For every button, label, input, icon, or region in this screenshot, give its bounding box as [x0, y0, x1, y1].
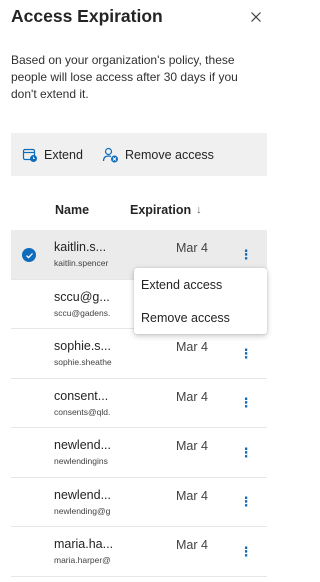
more-options-icon[interactable]: ⋮ — [239, 393, 253, 413]
person-remove-icon — [102, 147, 118, 162]
expiration-date: Mar 4 — [176, 538, 208, 552]
person-name: newlend... — [54, 487, 111, 502]
column-header-expiration[interactable]: Expiration ↓ — [130, 198, 202, 222]
extend-label: Extend — [44, 147, 83, 162]
expiration-date: Mar 4 — [176, 340, 208, 354]
more-options-icon[interactable]: ⋮ — [239, 442, 253, 462]
more-options-icon[interactable]: ⋮ — [239, 541, 253, 561]
more-options-icon[interactable]: ⋮ — [239, 492, 253, 512]
remove-access-button[interactable]: Remove access — [102, 133, 214, 176]
panel-title: Access Expiration — [11, 6, 163, 26]
column-header-name[interactable]: Name — [55, 198, 89, 222]
expiration-date: Mar 4 — [176, 439, 208, 453]
person-email: newlendingins — [54, 456, 108, 466]
person-email: maria.harper@ — [54, 555, 111, 565]
expiration-header-label: Expiration — [130, 203, 192, 217]
person-email: kaitlin.spencer — [54, 258, 109, 268]
remove-access-label: Remove access — [125, 147, 214, 162]
table-row[interactable]: sophie.s... sophie.sheathe Mar 4 ⋮ — [11, 329, 267, 379]
table-row[interactable]: maria.ha... maria.harper@ Mar 4 ⋮ — [11, 527, 267, 577]
expiration-date: Mar 4 — [176, 241, 208, 255]
expiration-date: Mar 4 — [176, 488, 208, 503]
person-email: consents@qld. — [54, 406, 111, 417]
person-name: sccu@g... — [54, 289, 110, 304]
person-name: consent... — [54, 388, 109, 403]
person-name: newlend... — [54, 438, 111, 452]
checkmark-icon[interactable] — [22, 248, 36, 262]
expiration-date: Mar 4 — [176, 389, 208, 404]
menu-item-extend-access[interactable]: Extend access — [141, 273, 222, 297]
row-context-menu: Extend access Remove access — [134, 268, 267, 334]
sort-descending-icon: ↓ — [196, 204, 202, 216]
menu-item-remove-access[interactable]: Remove access — [141, 306, 230, 330]
panel-header: Access Expiration — [11, 6, 267, 32]
close-icon[interactable] — [248, 9, 264, 25]
more-options-icon[interactable]: ⋮ — [239, 244, 253, 264]
person-email: sophie.sheathe — [54, 357, 112, 367]
person-email: sccu@gadens. — [54, 307, 111, 318]
calendar-clock-icon — [22, 148, 37, 162]
toolbar: Extend Remove access — [11, 133, 267, 176]
extend-button[interactable]: Extend — [22, 133, 83, 176]
person-name: maria.ha... — [54, 537, 114, 551]
table-row[interactable]: newlend... newlendingins Mar 4 ⋮ — [11, 428, 267, 478]
table-row[interactable]: newlend... newlending@g Mar 4 ⋮ — [11, 478, 267, 527]
person-name: sophie.s... — [54, 339, 111, 353]
person-email: newlending@g — [54, 505, 111, 516]
more-options-icon[interactable]: ⋮ — [239, 343, 253, 363]
person-name: kaitlin.s... — [54, 240, 107, 254]
table-row[interactable]: consent... consents@qld. Mar 4 ⋮ — [11, 379, 267, 428]
policy-description: Based on your organization's policy, the… — [11, 53, 238, 101]
